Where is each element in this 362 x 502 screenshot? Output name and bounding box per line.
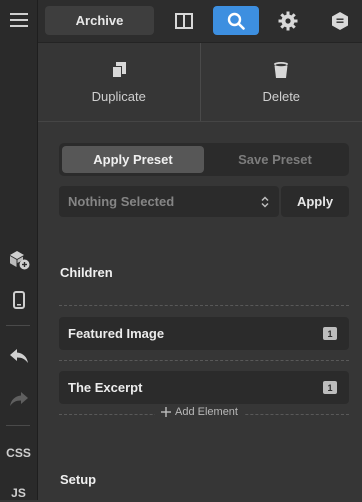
rail-divider bbox=[6, 325, 30, 326]
tab-apply-preset[interactable]: Apply Preset bbox=[62, 146, 204, 173]
search-icon[interactable] bbox=[213, 6, 259, 35]
rail-divider bbox=[6, 425, 30, 426]
delete-label: Delete bbox=[262, 89, 300, 104]
preset-select-value: Nothing Selected bbox=[68, 194, 174, 209]
mobile-preview-icon[interactable] bbox=[0, 289, 37, 311]
redo-icon[interactable] bbox=[0, 388, 37, 410]
archive-button[interactable]: Archive bbox=[45, 6, 154, 35]
css-label: CSS bbox=[6, 446, 31, 460]
add-component-icon[interactable] bbox=[0, 247, 37, 273]
preset-tabs: Apply Preset Save Preset bbox=[59, 143, 349, 176]
list-item[interactable]: The Excerpt 1 bbox=[59, 371, 349, 404]
gear-icon[interactable] bbox=[265, 6, 311, 35]
duplicate-icon bbox=[111, 61, 127, 79]
hex-badge-icon[interactable] bbox=[317, 6, 362, 35]
tab-save-preset[interactable]: Save Preset bbox=[204, 146, 346, 173]
undo-icon[interactable] bbox=[0, 345, 37, 367]
list-item[interactable]: Featured Image 1 bbox=[59, 317, 349, 350]
menu-icon[interactable] bbox=[0, 8, 37, 32]
children-heading: Children bbox=[60, 265, 113, 280]
js-label: JS bbox=[11, 486, 26, 500]
setup-heading: Setup bbox=[60, 472, 96, 487]
drop-zone-divider bbox=[59, 305, 349, 306]
count-badge: 1 bbox=[323, 381, 337, 394]
drop-zone-divider bbox=[59, 360, 349, 361]
trash-icon bbox=[273, 61, 289, 79]
add-element-button[interactable]: Add Element bbox=[155, 406, 244, 418]
css-button[interactable]: CSS bbox=[0, 444, 37, 462]
columns-icon[interactable] bbox=[161, 6, 207, 35]
duplicate-button[interactable]: Duplicate bbox=[38, 43, 200, 121]
delete-button[interactable]: Delete bbox=[200, 43, 362, 121]
child-label: The Excerpt bbox=[68, 380, 142, 395]
apply-preset-button[interactable]: Apply bbox=[281, 186, 349, 217]
chevron-updown-icon bbox=[261, 196, 269, 208]
plus-icon bbox=[161, 407, 171, 417]
duplicate-label: Duplicate bbox=[92, 89, 146, 104]
js-button[interactable]: JS bbox=[0, 484, 37, 502]
preset-select[interactable]: Nothing Selected bbox=[59, 186, 279, 217]
child-label: Featured Image bbox=[68, 326, 164, 341]
count-badge: 1 bbox=[323, 327, 337, 340]
element-actions: Duplicate Delete bbox=[38, 43, 362, 122]
left-rail: CSS JS bbox=[0, 0, 38, 500]
top-toolbar: Archive bbox=[38, 0, 362, 43]
add-element-label: Add Element bbox=[175, 406, 238, 418]
